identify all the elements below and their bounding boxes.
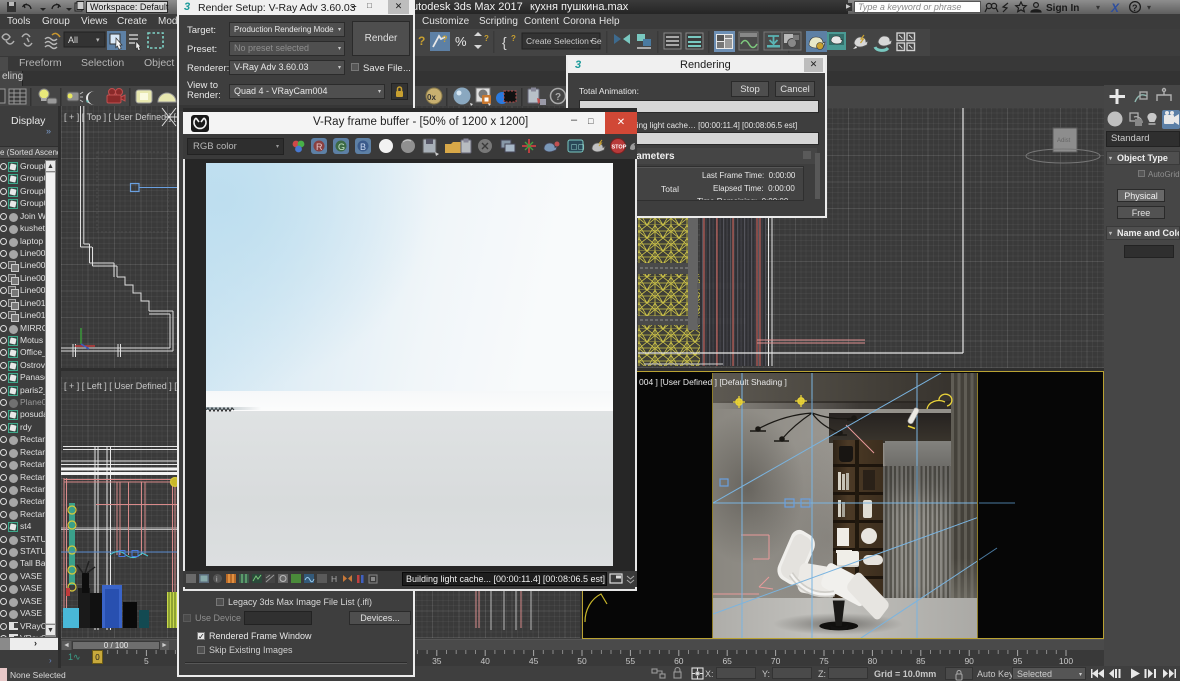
svg-text:▾: ▾ xyxy=(1096,3,1100,12)
svg-text:100: 100 xyxy=(1059,656,1073,666)
svg-text:All: All xyxy=(68,35,78,45)
svg-text:?: ? xyxy=(1132,3,1138,13)
svg-text:75: 75 xyxy=(819,656,829,666)
svg-text:?: ? xyxy=(442,34,448,44)
svg-text:G: G xyxy=(338,142,345,152)
svg-text:55: 55 xyxy=(626,656,636,666)
svg-text:?: ? xyxy=(484,34,489,43)
svg-text:65: 65 xyxy=(722,656,732,666)
svg-text:▾: ▾ xyxy=(96,37,100,44)
svg-text:?: ? xyxy=(555,92,561,103)
svg-text:50: 50 xyxy=(577,656,587,666)
svg-text:%: % xyxy=(455,34,467,49)
svg-text:5: 5 xyxy=(144,656,149,666)
svg-text:▾: ▾ xyxy=(1147,3,1151,12)
svg-text:85: 85 xyxy=(916,656,926,666)
svg-text:95: 95 xyxy=(1013,656,1023,666)
svg-text:STOP: STOP xyxy=(612,145,627,151)
svg-text:0x: 0x xyxy=(427,93,436,102)
svg-text:60: 60 xyxy=(674,656,684,666)
svg-text:80: 80 xyxy=(868,656,878,666)
svg-text:B: B xyxy=(360,142,366,152)
svg-text:X: X xyxy=(1110,1,1120,14)
svg-text:▾: ▾ xyxy=(590,39,593,45)
svg-text:H: H xyxy=(331,574,337,584)
svg-text:40: 40 xyxy=(480,656,490,666)
svg-text:?: ? xyxy=(511,34,516,43)
svg-text:90: 90 xyxy=(964,656,974,666)
svg-text:?: ? xyxy=(418,34,425,48)
svg-text:R: R xyxy=(316,142,323,152)
svg-text:Adist: Adist xyxy=(1057,138,1071,144)
svg-text:35: 35 xyxy=(432,656,442,666)
svg-text:70: 70 xyxy=(771,656,781,666)
svg-text:▢▢: ▢▢ xyxy=(571,142,585,151)
svg-text:Sign In: Sign In xyxy=(1046,3,1079,14)
svg-text:45: 45 xyxy=(529,656,539,666)
svg-text:{: { xyxy=(502,34,507,50)
